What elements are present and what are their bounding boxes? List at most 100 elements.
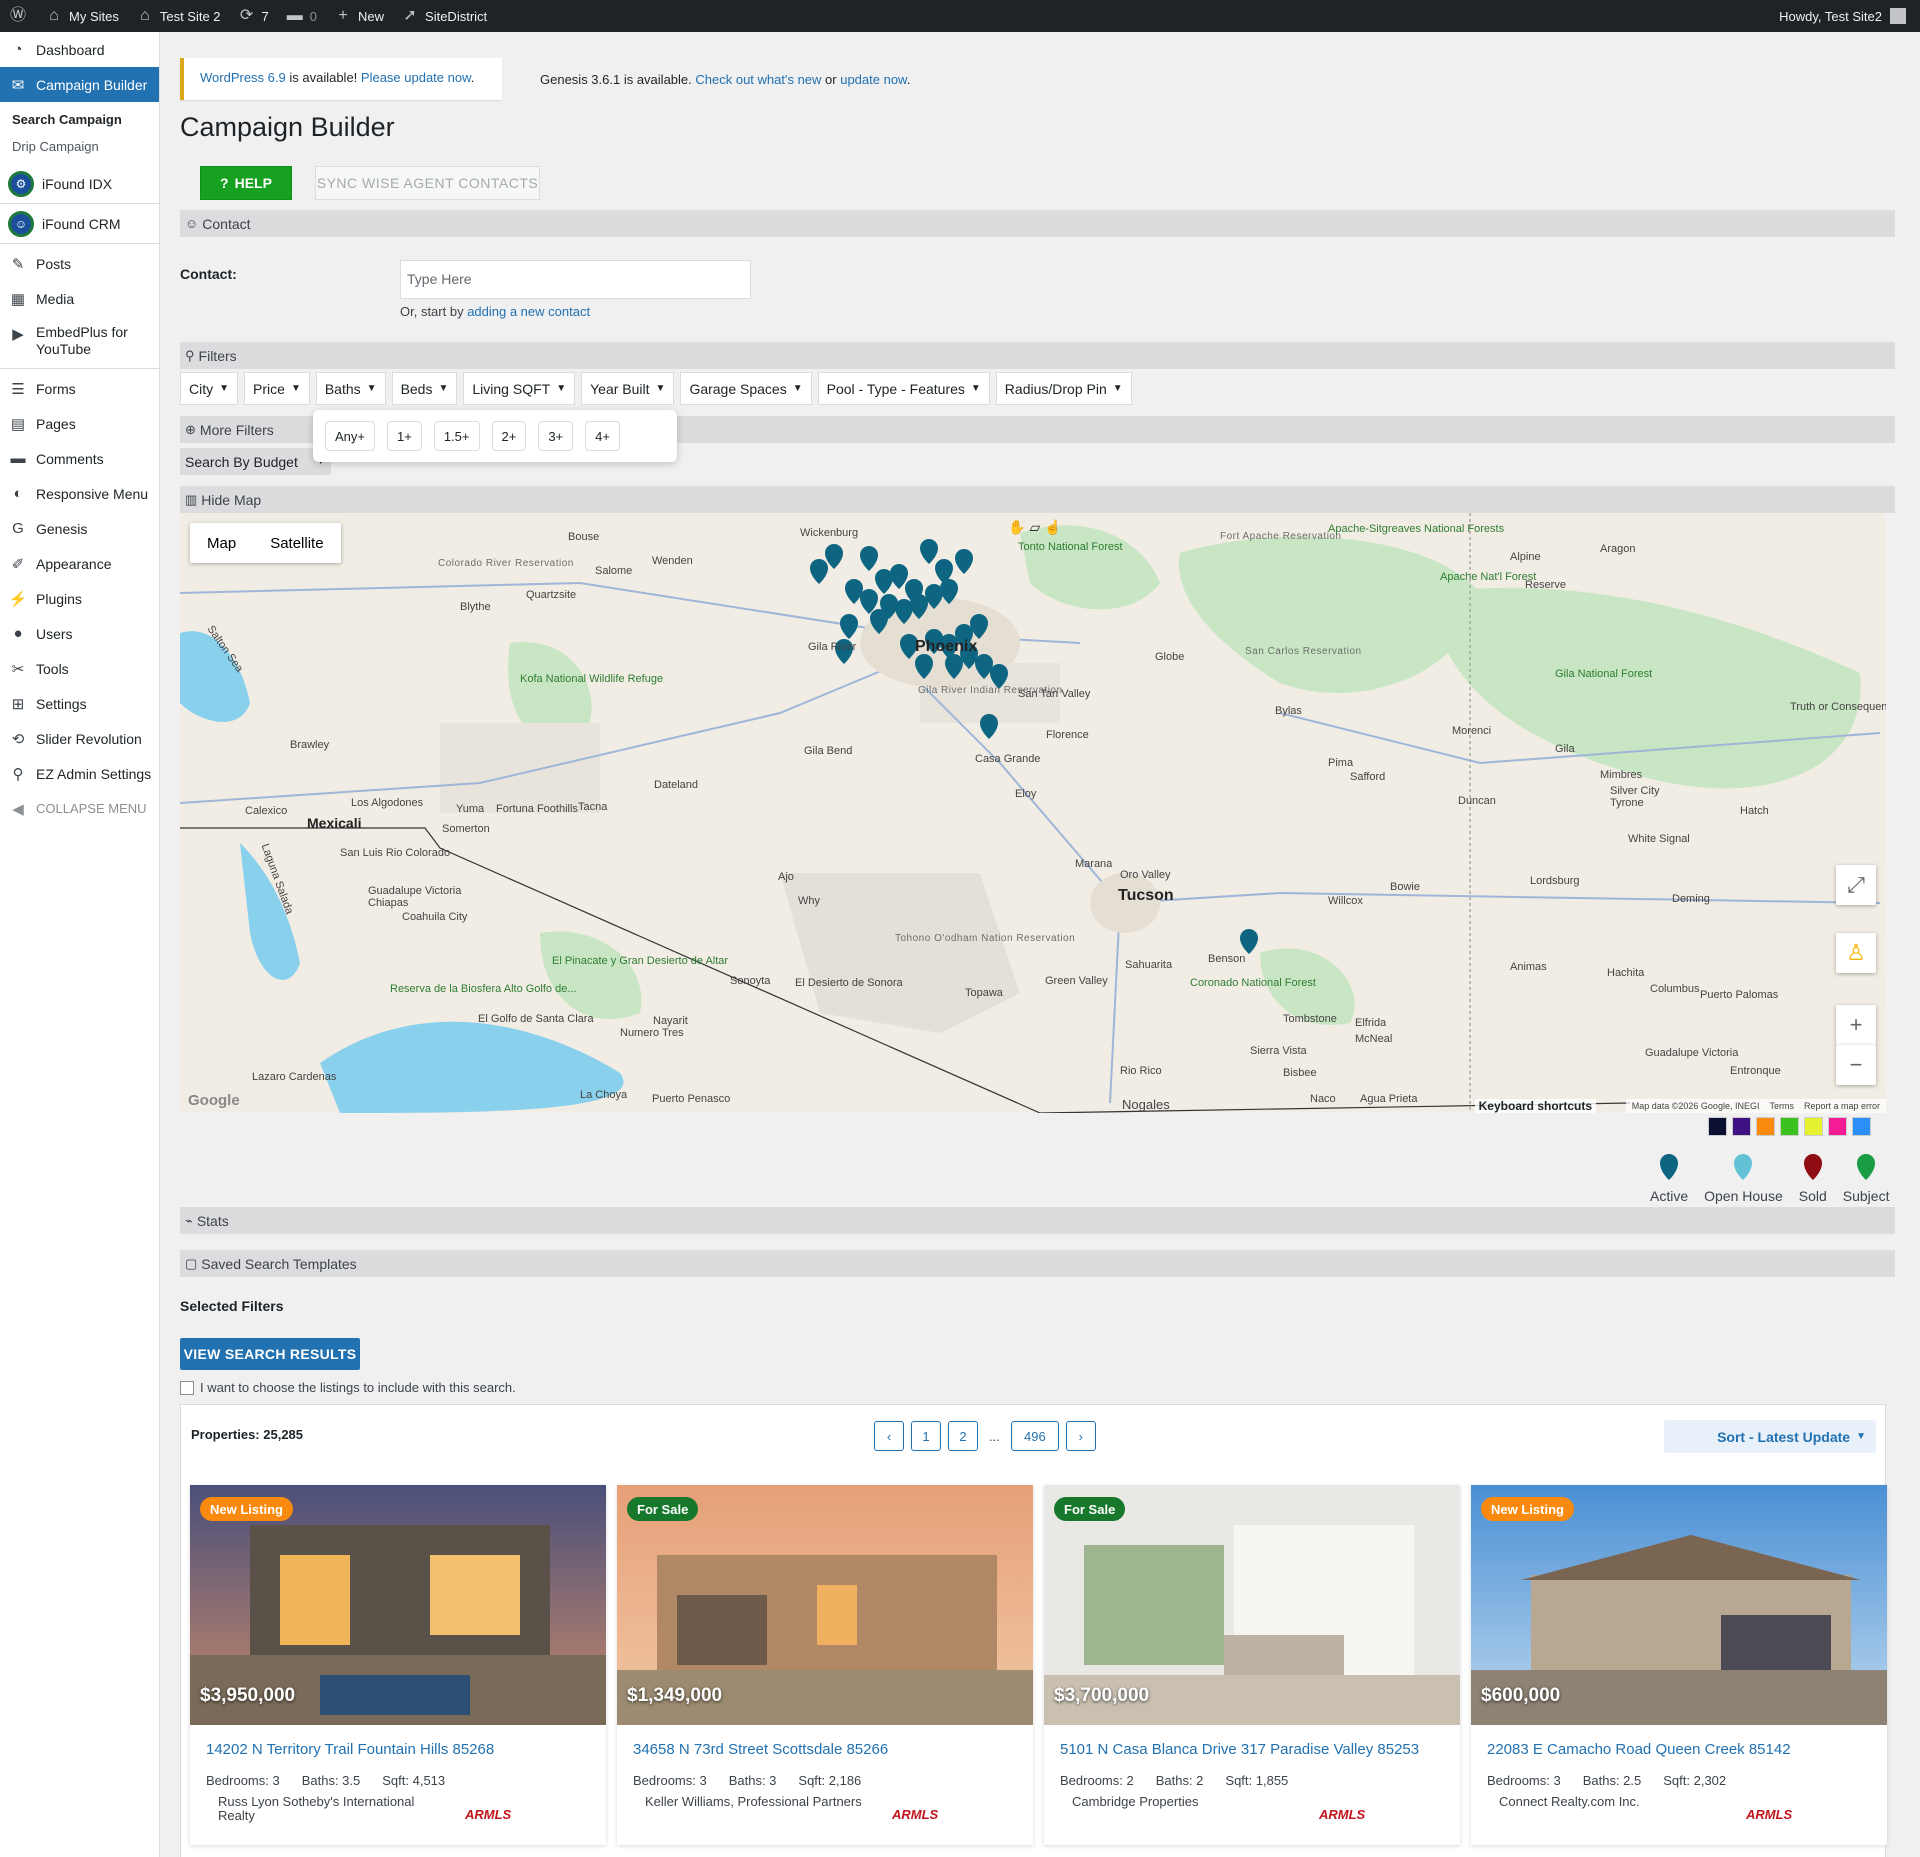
sidebar-item-appearance[interactable]: ✐ Appearance <box>0 546 159 581</box>
filter-price[interactable]: Price ▼ <box>244 372 310 405</box>
sidebar-item-forms[interactable]: ☰ Forms <box>0 371 159 406</box>
sidebar-item-embedplus[interactable]: ▶ EmbedPlus for YouTube <box>0 316 159 366</box>
sidebar-item-campaign-builder[interactable]: ✉ Campaign Builder <box>0 67 159 102</box>
zoom-in-button[interactable]: + <box>1836 1005 1876 1045</box>
baths-option[interactable]: 1+ <box>387 421 422 451</box>
listing-card[interactable]: For Sale $1,349,000 34658 N 73rd Street … <box>617 1485 1033 1845</box>
stats-section-header[interactable]: ⌁ Stats <box>180 1207 1895 1234</box>
listing-address[interactable]: 5101 N Casa Blanca Drive 317 Paradise Va… <box>1060 1741 1419 1758</box>
color-swatch[interactable] <box>1828 1117 1847 1136</box>
comments-menu[interactable]: ▬ 0 <box>277 0 325 32</box>
sidebar-item-tools[interactable]: ✂ Tools <box>0 651 159 686</box>
filter-pool[interactable]: Pool - Type - Features ▼ <box>817 372 990 405</box>
fullscreen-button[interactable]: ⤢ <box>1836 865 1876 905</box>
zoom-out-button[interactable]: − <box>1836 1045 1876 1085</box>
map-type-map[interactable]: Map <box>190 523 253 563</box>
filter-beds[interactable]: Beds ▼ <box>391 372 458 405</box>
pointer-icon[interactable]: ☝ <box>1044 519 1061 536</box>
help-button[interactable]: ? HELP <box>200 166 292 200</box>
contact-search-input[interactable]: Type Here <box>400 260 751 299</box>
color-swatch[interactable] <box>1780 1117 1799 1136</box>
site-name-menu[interactable]: ⌂ Test Site 2 <box>127 0 229 32</box>
genesis-update-link[interactable]: update now <box>840 72 907 87</box>
filter-city[interactable]: City ▼ <box>180 372 239 405</box>
listing-photo[interactable]: New Listing $600,000 <box>1471 1485 1887 1725</box>
wordpress-logo-button[interactable]: Ⓦ <box>0 0 36 32</box>
sidebar-item-comments[interactable]: ▬ Comments <box>0 441 159 476</box>
page-button[interactable]: 496 <box>1010 1421 1059 1451</box>
submenu-search-campaign[interactable]: Search Campaign <box>0 106 159 133</box>
account-menu[interactable]: Howdy, Test Site2 <box>1779 8 1920 24</box>
color-swatch[interactable] <box>1756 1117 1775 1136</box>
sitedistrict-menu[interactable]: ➚ SiteDistrict <box>392 0 495 32</box>
view-search-results-button[interactable]: VIEW SEARCH RESULTS <box>180 1338 360 1370</box>
map-type-satellite[interactable]: Satellite <box>253 523 340 563</box>
listing-card[interactable]: New Listing $3,950,000 14202 N Territory… <box>190 1485 606 1845</box>
keyboard-shortcuts-link[interactable]: Keyboard shortcuts <box>1474 1099 1596 1113</box>
sidebar-item-responsive-menu[interactable]: ◐ Responsive Menu <box>0 476 159 511</box>
listing-address[interactable]: 22083 E Camacho Road Queen Creek 85142 <box>1487 1741 1791 1758</box>
choose-listings-checkbox[interactable] <box>180 1380 194 1395</box>
genesis-whats-new-link[interactable]: Check out what's new <box>695 72 821 87</box>
sidebar-item-slider-revolution[interactable]: ⟲ Slider Revolution <box>0 721 159 756</box>
updates-menu[interactable]: ⟳ 7 <box>229 0 277 32</box>
color-swatch[interactable] <box>1708 1117 1727 1136</box>
submenu-drip-campaign[interactable]: Drip Campaign <box>0 133 159 160</box>
filter-year-built[interactable]: Year Built ▼ <box>581 372 675 405</box>
filters-section-header[interactable]: ⚲ Filters <box>180 342 1895 369</box>
wordpress-version-link[interactable]: WordPress 6.9 <box>200 70 286 85</box>
color-swatch[interactable] <box>1804 1117 1823 1136</box>
sidebar-item-dashboard[interactable]: ◔ Dashboard <box>0 32 159 67</box>
prev-page-button[interactable]: ‹ <box>874 1421 904 1451</box>
sort-dropdown[interactable]: Sort - Latest Update ▼ <box>1664 1420 1876 1453</box>
color-swatch[interactable] <box>1852 1117 1871 1136</box>
filter-garage-spaces[interactable]: Garage Spaces ▼ <box>680 372 812 405</box>
listing-photo[interactable]: For Sale $1,349,000 <box>617 1485 1033 1725</box>
sidebar-item-genesis[interactable]: G Genesis <box>0 511 159 546</box>
listing-address[interactable]: 14202 N Territory Trail Fountain Hills 8… <box>206 1741 494 1758</box>
search-by-budget-button[interactable]: Search By Budget▼ <box>180 448 331 475</box>
listing-photo[interactable]: For Sale $3,700,000 <box>1044 1485 1460 1725</box>
baths-option[interactable]: Any+ <box>325 421 375 451</box>
baths-option[interactable]: 2+ <box>491 421 527 451</box>
filter-baths[interactable]: Baths ▼ <box>315 372 386 405</box>
listing-card[interactable]: For Sale $3,700,000 5101 N Casa Blanca D… <box>1044 1485 1460 1845</box>
my-sites-menu[interactable]: ⌂ My Sites <box>36 0 127 32</box>
sidebar-item-posts[interactable]: ✎ Posts <box>0 246 159 281</box>
sidebar-item-settings[interactable]: ⊞ Settings <box>0 686 159 721</box>
wordpress-update-link[interactable]: Please update now <box>361 70 471 85</box>
plus-icon: + <box>1849 1012 1863 1037</box>
sidebar-item-pages[interactable]: ▤ Pages <box>0 406 159 441</box>
contact-section-header[interactable]: ☺ Contact <box>180 210 1895 237</box>
page-button[interactable]: 2 <box>948 1421 978 1451</box>
sidebar-item-plugins[interactable]: ⚡ Plugins <box>0 581 159 616</box>
filter-radius-drop-pin[interactable]: Radius/Drop Pin ▼ <box>995 372 1132 405</box>
saved-templates-header[interactable]: ▢ Saved Search Templates <box>180 1250 1895 1277</box>
color-swatch[interactable] <box>1732 1117 1751 1136</box>
sidebar-item-ez-admin[interactable]: ⚲ EZ Admin Settings <box>0 756 159 791</box>
page-button[interactable]: 1 <box>911 1421 941 1451</box>
sync-wise-agent-button[interactable]: SYNC WISE AGENT CONTACTS <box>315 166 540 200</box>
listings-map[interactable]: Map Satellite ✋ ▱ ☝ Wickenburg Bouse Sal… <box>180 513 1886 1113</box>
new-content-menu[interactable]: + New <box>325 0 392 32</box>
next-page-button[interactable]: › <box>1065 1421 1096 1451</box>
hand-icon[interactable]: ✋ <box>1008 519 1025 536</box>
listing-address[interactable]: 34658 N 73rd Street Scottsdale 85266 <box>633 1741 888 1758</box>
hide-map-header[interactable]: ▥ Hide Map <box>180 486 1895 513</box>
baths-option[interactable]: 4+ <box>585 421 620 451</box>
add-new-contact-link[interactable]: adding a new contact <box>467 304 590 319</box>
listing-card[interactable]: New Listing $600,000 22083 E Camacho Roa… <box>1471 1485 1887 1845</box>
filter-living-sqft[interactable]: Living SQFT ▼ <box>463 372 576 405</box>
collapse-menu-button[interactable]: ◀ COLLAPSE MENU <box>0 791 159 826</box>
sidebar-item-ifound-crm[interactable]: ☺ iFound CRM <box>0 206 159 241</box>
street-view-button[interactable]: ♙ <box>1836 933 1876 973</box>
map-report-link[interactable]: Report a map error <box>1804 1101 1880 1111</box>
baths-option[interactable]: 1.5+ <box>433 421 480 451</box>
sidebar-item-media[interactable]: ▦ Media <box>0 281 159 316</box>
map-terms-link[interactable]: Terms <box>1769 1101 1794 1111</box>
sidebar-item-users[interactable]: ● Users <box>0 616 159 651</box>
sidebar-item-ifound-idx[interactable]: ⚙ iFound IDX <box>0 166 159 201</box>
polygon-icon[interactable]: ▱ <box>1029 519 1040 536</box>
baths-option[interactable]: 3+ <box>538 421 574 451</box>
listing-photo[interactable]: New Listing $3,950,000 <box>190 1485 606 1725</box>
